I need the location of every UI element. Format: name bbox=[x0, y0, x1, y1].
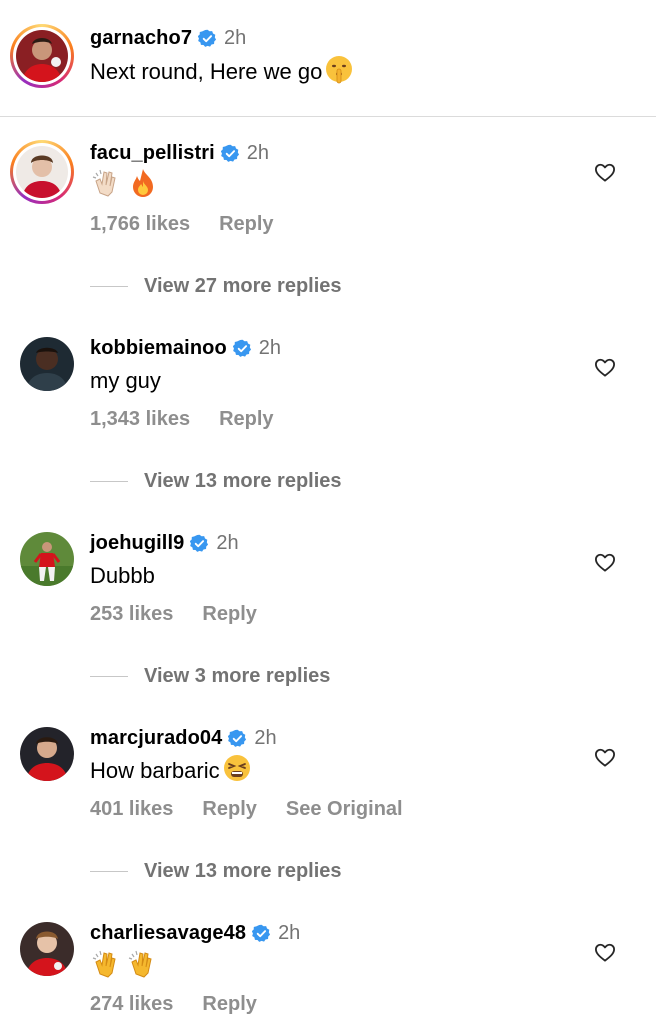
like-count[interactable]: 1,766 likes bbox=[90, 213, 190, 236]
reply-button[interactable]: Reply bbox=[219, 408, 273, 431]
divider bbox=[90, 285, 128, 287]
avatar bbox=[16, 30, 68, 82]
username[interactable]: kobbiemainoo bbox=[90, 337, 227, 360]
avatar[interactable] bbox=[20, 532, 74, 586]
verified-badge-icon bbox=[221, 144, 240, 163]
verified-badge-icon bbox=[228, 729, 247, 748]
username[interactable]: facu_pellistri bbox=[90, 142, 215, 165]
comment-text bbox=[90, 167, 156, 203]
comment-text: How barbaric bbox=[90, 753, 252, 789]
like-count[interactable]: 253 likes bbox=[90, 603, 173, 626]
comment-text: my guy bbox=[90, 368, 161, 393]
heart-outline-icon[interactable] bbox=[594, 942, 616, 962]
like-count[interactable]: 1,343 likes bbox=[90, 408, 190, 431]
timestamp: 2h bbox=[254, 726, 277, 749]
timestamp: 2h bbox=[278, 921, 301, 944]
story-ring-avatar[interactable] bbox=[10, 24, 74, 88]
comment-text: Dubbb bbox=[90, 563, 155, 588]
clapping-hands-emoji bbox=[128, 948, 162, 984]
username[interactable]: marcjurado04 bbox=[90, 727, 222, 750]
story-ring-avatar[interactable] bbox=[10, 140, 74, 204]
caption-text: Next round, Here we go bbox=[90, 54, 354, 90]
comment-text bbox=[90, 948, 162, 984]
like-count[interactable]: 401 likes bbox=[90, 798, 173, 821]
view-replies-button[interactable]: View 13 more replies bbox=[90, 468, 342, 494]
view-replies-button[interactable]: View 3 more replies bbox=[90, 663, 330, 689]
username[interactable]: charliesavage48 bbox=[90, 922, 246, 945]
verified-badge-icon bbox=[252, 924, 271, 943]
heart-outline-icon[interactable] bbox=[594, 162, 616, 182]
timestamp: 2h bbox=[246, 141, 270, 164]
clapping-hands-emoji bbox=[92, 167, 126, 203]
timestamp: 2h bbox=[258, 336, 282, 359]
verified-badge-icon bbox=[190, 534, 209, 553]
avatar[interactable] bbox=[20, 922, 74, 976]
timestamp: 2h bbox=[216, 531, 239, 554]
username[interactable]: garnacho7 bbox=[90, 27, 192, 50]
verified-badge-icon bbox=[233, 339, 252, 358]
caption-header: garnacho7 2h bbox=[90, 25, 246, 51]
heart-outline-icon[interactable] bbox=[594, 747, 616, 767]
username[interactable]: joehugill9 bbox=[90, 532, 184, 555]
avatar[interactable] bbox=[20, 337, 74, 391]
reply-button[interactable]: Reply bbox=[202, 993, 256, 1016]
heart-outline-icon[interactable] bbox=[594, 552, 616, 572]
see-original-button[interactable]: See Original bbox=[286, 798, 403, 821]
avatar bbox=[16, 146, 68, 198]
divider bbox=[90, 870, 128, 872]
avatar[interactable] bbox=[20, 727, 74, 781]
timestamp: 2h bbox=[224, 26, 247, 49]
view-replies-button[interactable]: View 13 more replies bbox=[90, 858, 342, 884]
shushing-face-emoji bbox=[324, 54, 354, 90]
divider bbox=[90, 675, 128, 677]
like-count[interactable]: 274 likes bbox=[90, 993, 173, 1016]
clapping-hands-emoji bbox=[92, 948, 126, 984]
verified-badge-icon bbox=[198, 29, 217, 48]
reply-button[interactable]: Reply bbox=[202, 603, 256, 626]
reply-button[interactable]: Reply bbox=[202, 798, 256, 821]
tired-face-emoji bbox=[222, 753, 252, 789]
heart-outline-icon[interactable] bbox=[594, 357, 616, 377]
divider bbox=[90, 480, 128, 482]
fire-emoji bbox=[130, 167, 156, 203]
view-replies-button[interactable]: View 27 more replies bbox=[90, 273, 342, 299]
post-caption: garnacho7 2h Next round, Here we go bbox=[0, 0, 656, 117]
reply-button[interactable]: Reply bbox=[219, 213, 273, 236]
